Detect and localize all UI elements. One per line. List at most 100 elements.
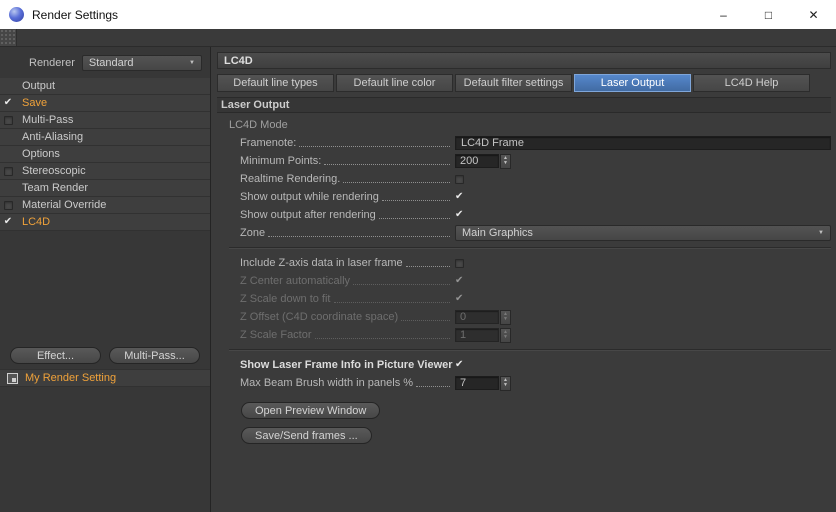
framenote-input[interactable]: LC4D Frame [455, 136, 831, 150]
z-scale-fit-label: Z Scale down to fit [240, 293, 331, 305]
show-output-after-checkbox[interactable]: ✔ [455, 210, 463, 220]
include-z-label-cell: Include Z-axis data in laser frame [229, 257, 455, 269]
realtime-rendering-checkbox[interactable] [455, 175, 464, 184]
field-max-beam: Max Beam Brush width in panels % 7 ▲ ▼ [229, 374, 831, 392]
multi-pass-checkbox[interactable] [0, 116, 16, 125]
stepper-down-icon[interactable]: ▼ [503, 383, 508, 388]
lc4d-checkbox[interactable]: ✔ [0, 217, 16, 227]
minimize-button[interactable]: – [701, 0, 746, 29]
show-while-label-cell: Show output while rendering [229, 191, 455, 203]
z-scale-factor-input: 1 [455, 328, 499, 342]
grip-handle-icon[interactable] [0, 29, 17, 46]
field-zone: Zone Main Graphics ▼ [229, 224, 831, 242]
renderer-dropdown[interactable]: Standard ▼ [82, 55, 202, 71]
maximize-button[interactable]: □ [746, 0, 791, 29]
window-controls: – □ ✕ [701, 0, 836, 29]
show-output-while-checkbox[interactable]: ✔ [455, 192, 463, 202]
sidebar-item-multi-pass[interactable]: Multi-Pass [0, 112, 210, 129]
field-show-laser-info: Show Laser Frame Info in Picture Viewer … [229, 356, 831, 374]
check-icon: ✔ [4, 217, 12, 227]
app-icon [9, 7, 24, 22]
dotted-leader [401, 314, 450, 321]
z-center-label-cell: Z Center automatically [229, 275, 455, 287]
minimum-points-stepper[interactable]: ▲ ▼ [500, 154, 511, 169]
renderer-value: Standard [89, 57, 134, 69]
field-framenote: Framenote: LC4D Frame [229, 134, 831, 152]
sidebar-item-label: Material Override [16, 199, 106, 211]
field-z-center: Z Center automatically ✔ [229, 272, 831, 290]
sidebar-item-label: LC4D [16, 216, 50, 228]
sidebar-item-team-render[interactable]: Team Render [0, 180, 210, 197]
dotted-leader [406, 260, 450, 267]
tab-default-line-color[interactable]: Default line color [336, 74, 453, 92]
realtime-label-cell: Realtime Rendering. [229, 173, 455, 185]
sidebar-item-label: Stereoscopic [16, 165, 86, 177]
stepper-down-icon[interactable]: ▼ [503, 161, 508, 166]
toolstrip [0, 29, 836, 47]
dotted-leader [343, 176, 450, 183]
dotted-leader [268, 230, 450, 237]
stereoscopic-checkbox[interactable] [0, 167, 16, 176]
checkbox-unchecked [4, 116, 13, 125]
tab-default-line-types[interactable]: Default line types [217, 74, 334, 92]
sidebar: Renderer Standard ▼ Output ✔ Save Multi- [0, 47, 211, 512]
include-z-axis-checkbox[interactable] [455, 259, 464, 268]
max-beam-input[interactable]: 7 [455, 376, 499, 390]
max-beam-stepper[interactable]: ▲ ▼ [500, 376, 511, 391]
field-z-scale-fit: Z Scale down to fit ✔ [229, 290, 831, 308]
dotted-leader [299, 140, 450, 147]
tab-laser-output[interactable]: Laser Output [574, 74, 691, 92]
dotted-leader [315, 332, 450, 339]
zone-dropdown[interactable]: Main Graphics ▼ [455, 225, 831, 241]
sidebar-item-options[interactable]: Options [0, 146, 210, 163]
minimum-points-input[interactable]: 200 [455, 154, 499, 168]
field-show-output-while: Show output while rendering ✔ [229, 188, 831, 206]
main-panel: LC4D Default line types Default line col… [211, 47, 836, 512]
save-send-frames-button[interactable]: Save/Send frames ... [241, 427, 372, 444]
save-checkbox[interactable]: ✔ [0, 98, 16, 108]
divider [229, 247, 831, 249]
renderer-row: Renderer Standard ▼ [8, 54, 202, 71]
titlebar: Render Settings – □ ✕ [0, 0, 836, 29]
tab-default-filter-settings[interactable]: Default filter settings [455, 74, 572, 92]
show-output-after-label: Show output after rendering [240, 209, 376, 221]
framenote-label: Framenote: [240, 137, 296, 149]
sidebar-item-material-override[interactable]: Material Override [0, 197, 210, 214]
effect-button[interactable]: Effect... [10, 347, 101, 364]
render-settings-list: Output ✔ Save Multi-Pass Anti-Aliasing O… [0, 78, 210, 231]
sidebar-item-output[interactable]: Output [0, 78, 210, 95]
framenote-label-cell: Framenote: [229, 137, 455, 149]
z-offset-input: 0 [455, 310, 499, 324]
z-scale-factor-label: Z Scale Factor [240, 329, 312, 341]
sidebar-item-save[interactable]: ✔ Save [0, 95, 210, 112]
multi-pass-button[interactable]: Multi-Pass... [109, 347, 200, 364]
open-preview-window-button[interactable]: Open Preview Window [241, 402, 380, 419]
sidebar-item-stereoscopic[interactable]: Stereoscopic [0, 163, 210, 180]
material-override-checkbox[interactable] [0, 201, 16, 210]
tab-lc4d-help[interactable]: LC4D Help [693, 74, 810, 92]
group-label: LC4D Mode [229, 119, 288, 131]
field-realtime-rendering: Realtime Rendering. [229, 170, 831, 188]
field-minimum-points: Minimum Points: 200 ▲ ▼ [229, 152, 831, 170]
sidebar-item-lc4d[interactable]: ✔ LC4D [0, 214, 210, 231]
dotted-leader [334, 296, 451, 303]
render-setting-item[interactable]: My Render Setting [0, 369, 210, 387]
sidebar-item-anti-aliasing[interactable]: Anti-Aliasing [0, 129, 210, 146]
dotted-leader [324, 158, 450, 165]
section-header: Laser Output [217, 97, 831, 113]
z-scale-fit-label-cell: Z Scale down to fit [229, 293, 455, 305]
field-include-z-axis: Include Z-axis data in laser frame [229, 254, 831, 272]
z-scale-fit-checkbox: ✔ [455, 294, 463, 304]
show-laser-info-label: Show Laser Frame Info in Picture Viewer [240, 359, 453, 371]
show-output-while-label: Show output while rendering [240, 191, 379, 203]
chevron-down-icon: ▼ [189, 60, 195, 66]
zone-label-cell: Zone [229, 227, 455, 239]
z-offset-label: Z Offset (C4D coordinate space) [240, 311, 398, 323]
sidebar-item-label: Output [16, 80, 55, 92]
close-button[interactable]: ✕ [791, 0, 836, 29]
dotted-leader [416, 380, 450, 387]
checkbox-unchecked [4, 167, 13, 176]
show-laser-info-checkbox[interactable]: ✔ [455, 360, 463, 370]
render-setting-name: My Render Setting [25, 372, 116, 384]
check-icon: ✔ [4, 98, 12, 108]
